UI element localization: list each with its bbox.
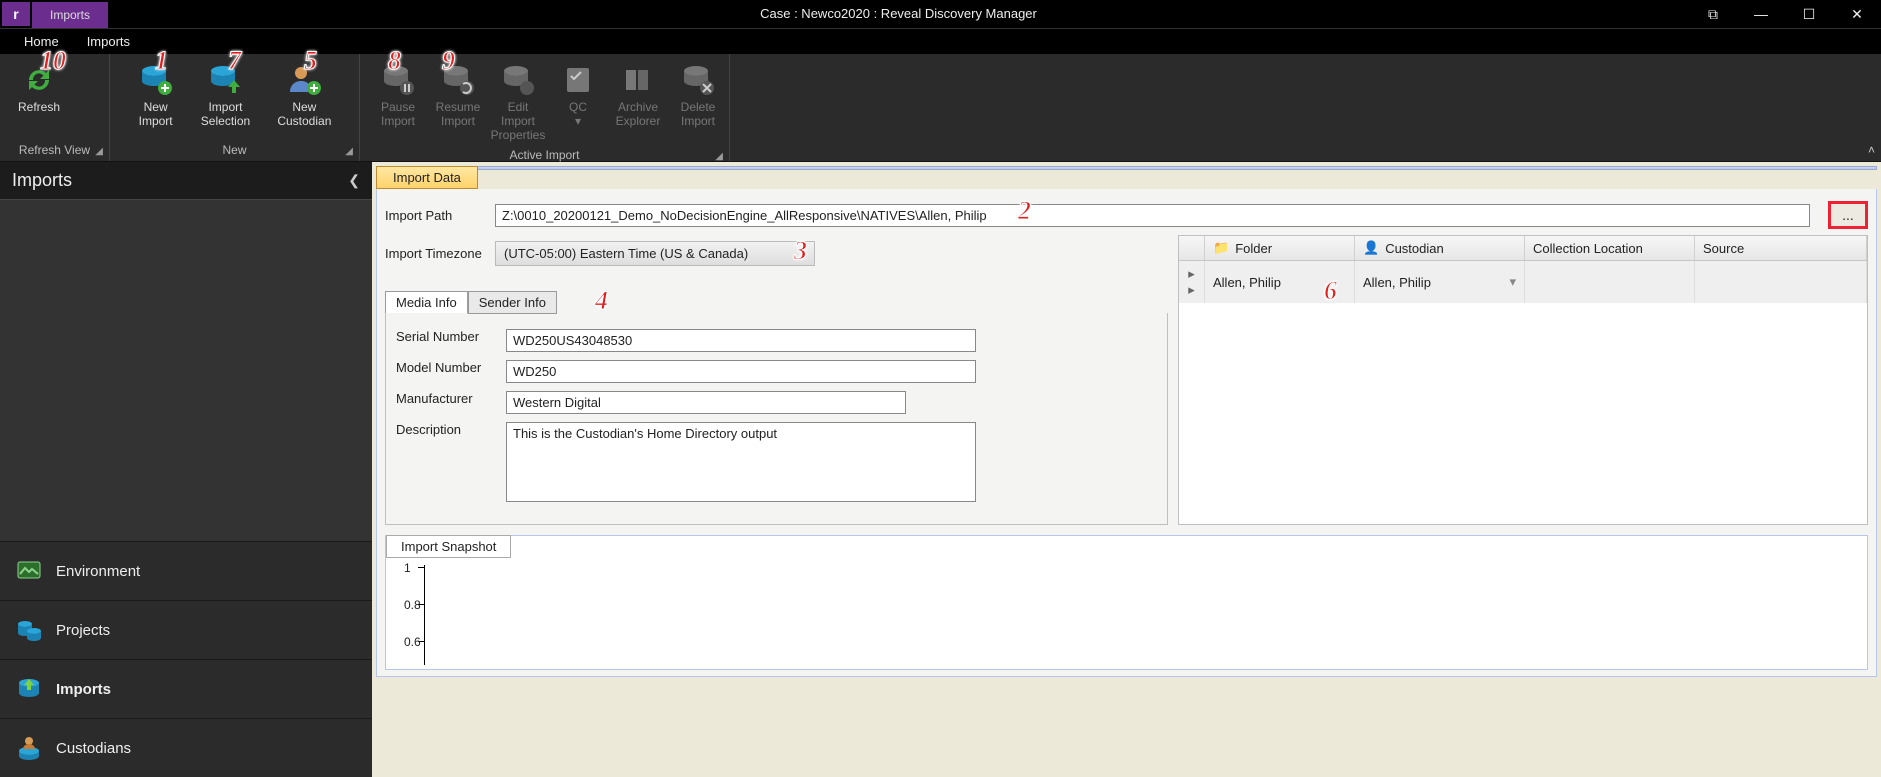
tab-media-info[interactable]: Media Info [385,291,468,314]
database-delete-icon [680,62,716,98]
nav-projects[interactable]: Projects [0,600,372,659]
folder-icon: 📁 [1213,240,1229,256]
import-snapshot-panel: Import Snapshot 1 0.8 0.6 [385,535,1868,670]
grid-expand-header [1179,236,1205,260]
grid-header-custodian[interactable]: 👤Custodian [1355,236,1525,260]
description-label: Description [396,422,506,437]
timezone-select[interactable]: (UTC-05:00) Eastern Time (US & Canada) [495,241,815,266]
cell-collection-location [1525,261,1695,303]
nav-environment[interactable]: Environment [0,541,372,600]
resume-import-button: ResumeImport [428,58,488,132]
timezone-label: Import Timezone [385,246,485,261]
new-import-label: New Import [128,100,183,128]
delete-import-button: DeleteImport [668,58,728,132]
nav-custodians[interactable]: Custodians [0,718,372,777]
menu-tab-row: Home Imports [0,28,1881,54]
launcher-icon[interactable]: ◢ [715,151,723,162]
nav-imports[interactable]: Imports [0,659,372,718]
window-title: Case : Newco2020 : Reveal Discovery Mana… [108,0,1689,28]
browse-button[interactable]: ... [1828,201,1868,229]
callout-8: 8 [388,46,401,76]
import-selection-label: ImportSelection [201,100,250,128]
restore-down-icon[interactable]: ⧉ [1689,0,1737,28]
ytick-1: 1 [404,561,411,575]
grid-header-collection-location[interactable]: Collection Location [1525,236,1695,260]
callout-5: 5 [304,46,317,76]
archive-explorer-button: ArchiveExplorer [608,58,668,132]
tab-sender-info[interactable]: Sender Info [468,291,557,314]
manufacturer-label: Manufacturer [396,391,506,406]
minimize-button[interactable]: ― [1737,0,1785,28]
ribbon: Refresh Refresh View◢ New Import ImportS… [0,54,1881,162]
new-custodian-label: New Custodian [268,100,341,128]
chevron-down-icon[interactable]: ▾ [1509,274,1516,290]
group-refresh-view: Refresh View◢ [0,141,109,161]
callout-10: 10 [40,46,66,76]
imports-icon [16,676,42,702]
refresh-label: Refresh [18,100,60,114]
left-panel-title: Imports [12,170,72,191]
launcher-icon[interactable]: ◢ [345,146,353,157]
row-expand-icon[interactable]: ▸ ▸ [1179,261,1205,303]
callout-7: 7 [228,46,241,76]
nav-imports-label: Imports [56,681,111,698]
description-input[interactable] [506,422,976,502]
launcher-icon[interactable]: ◢ [95,146,103,157]
serial-input[interactable] [506,329,976,352]
ribbon-collapse-icon[interactable]: ˄ [1868,143,1875,157]
group-new: New◢ [110,141,359,161]
title-tab-imports[interactable]: Imports [32,2,108,28]
callout-9: 9 [442,46,455,76]
title-bar: r Imports Case : Newco2020 : Reveal Disc… [0,0,1881,28]
model-label: Model Number [396,360,506,375]
imports-tree[interactable] [0,200,372,541]
qc-button: QC▾ [548,58,608,132]
snapshot-chart: 1 0.8 0.6 [386,559,1867,669]
callout-6: 6 [1324,276,1337,306]
import-path-label: Import Path [385,208,485,223]
close-button[interactable]: ✕ [1833,0,1881,28]
callout-1: 1 [155,46,168,76]
maximize-button[interactable]: ☐ [1785,0,1833,28]
tab-strip [478,166,1877,170]
serial-label: Serial Number [396,329,506,344]
nav-custodians-label: Custodians [56,740,131,757]
cell-custodian[interactable]: Allen, Philip▾ [1355,261,1525,303]
callout-3: 3 [794,236,807,266]
user-icon: 👤 [1363,240,1379,256]
cell-source [1695,261,1867,303]
ytick-08: 0.8 [404,598,421,612]
media-info-panel: Serial Number Model Number Manufacturer … [385,313,1168,525]
nav-projects-label: Projects [56,622,110,639]
collapse-left-icon[interactable]: ❮ [348,172,360,189]
edit-import-button: Edit ImportProperties [488,58,548,146]
tab-import-snapshot[interactable]: Import Snapshot [386,535,511,558]
model-input[interactable] [506,360,976,383]
projects-icon [16,617,42,643]
manufacturer-input[interactable] [506,391,906,414]
callout-4: 4 [595,286,608,316]
left-panel: Imports ❮ Environment Projects Imports C… [0,162,372,777]
grid-row[interactable]: ▸ ▸ Allen, Philip Allen, Philip▾ [1179,261,1867,303]
left-panel-header: Imports ❮ [0,162,372,200]
folder-grid: 📁Folder 👤Custodian Collection Location S… [1178,235,1868,525]
app-icon: r [2,2,30,26]
import-selection-button[interactable]: ImportSelection [193,58,257,132]
grid-header-folder[interactable]: 📁Folder [1205,236,1355,260]
environment-icon [16,558,42,584]
import-path-input[interactable] [495,204,1810,227]
database-edit-icon [500,62,536,98]
main-panel: Import Data Import Path ... Import Timez… [372,162,1881,777]
archive-icon [620,62,656,98]
callout-2: 2 [1018,196,1031,226]
tab-import-data[interactable]: Import Data [376,166,478,189]
checklist-icon [560,62,596,98]
custodians-icon [16,735,42,761]
menu-tab-imports[interactable]: Imports [73,29,144,54]
grid-header-source[interactable]: Source [1695,236,1867,260]
nav-environment-label: Environment [56,563,140,580]
ytick-06: 0.6 [404,635,421,649]
